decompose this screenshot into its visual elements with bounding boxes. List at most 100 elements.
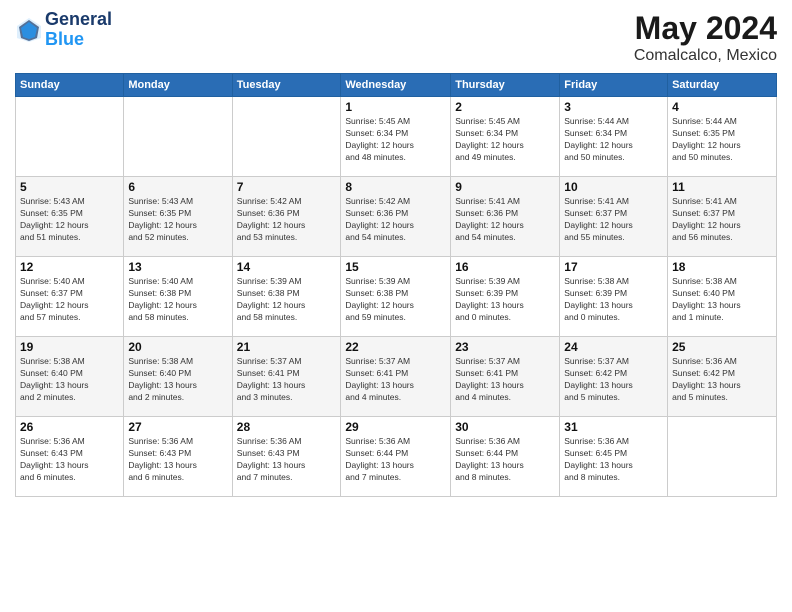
title-block: May 2024 Comalcalco, Mexico <box>634 10 777 65</box>
day-number: 26 <box>20 420 119 434</box>
calendar-cell: 8 Sunrise: 5:42 AM Sunset: 6:36 PM Daylig… <box>341 177 451 257</box>
day-number: 31 <box>564 420 663 434</box>
day-number: 6 <box>128 180 227 194</box>
day-info: Sunrise: 5:36 AM Sunset: 6:45 PM Dayligh… <box>564 436 663 484</box>
weekday-row: SundayMondayTuesdayWednesdayThursdayFrid… <box>16 74 777 97</box>
calendar-cell: 11Sunrise: 5:41 AM Sunset: 6:37 PM Dayli… <box>668 177 777 257</box>
day-info: Sunrise: 5:38 AM Sunset: 6:40 PM Dayligh… <box>672 276 772 324</box>
calendar-cell: 15 Sunrise: 5:39 AM Sunset: 6:38 PM Dayli… <box>341 257 451 337</box>
calendar-cell: 6Sunrise: 5:43 AM Sunset: 6:35 PM Daylig… <box>124 177 232 257</box>
calendar-cell: 27Sunrise: 5:36 AM Sunset: 6:43 PM Dayli… <box>124 417 232 497</box>
calendar-week: 12 Sunrise: 5:40 AM Sunset: 6:37 PM Dayli… <box>16 257 777 337</box>
calendar-cell: 12 Sunrise: 5:40 AM Sunset: 6:37 PM Dayli… <box>16 257 124 337</box>
calendar-week: 19 Sunrise: 5:38 AM Sunset: 6:40 PM Dayli… <box>16 337 777 417</box>
calendar-cell: 28 Sunrise: 5:36 AM Sunset: 6:43 PM Dayli… <box>232 417 341 497</box>
calendar-cell <box>16 97 124 177</box>
calendar-cell: 16 Sunrise: 5:39 AM Sunset: 6:39 PM Dayli… <box>451 257 560 337</box>
weekday-header: Tuesday <box>232 74 341 97</box>
calendar-week: 26 Sunrise: 5:36 AM Sunset: 6:43 PM Dayli… <box>16 417 777 497</box>
day-info: Sunrise: 5:36 AM Sunset: 6:43 PM Dayligh… <box>237 436 337 484</box>
calendar-cell: 1Sunrise: 5:45 AM Sunset: 6:34 PM Daylig… <box>341 97 451 177</box>
day-number: 29 <box>345 420 446 434</box>
day-number: 13 <box>128 260 227 274</box>
day-number: 2 <box>455 100 555 114</box>
calendar-cell: 3 Sunrise: 5:44 AM Sunset: 6:34 PM Daylig… <box>560 97 668 177</box>
day-info: Sunrise: 5:45 AM Sunset: 6:34 PM Dayligh… <box>455 116 555 164</box>
day-number: 7 <box>237 180 337 194</box>
location: Comalcalco, Mexico <box>634 47 777 65</box>
day-info: Sunrise: 5:41 AM Sunset: 6:37 PM Dayligh… <box>564 196 663 244</box>
day-number: 18 <box>672 260 772 274</box>
day-number: 10 <box>564 180 663 194</box>
calendar-body: 1Sunrise: 5:45 AM Sunset: 6:34 PM Daylig… <box>16 97 777 497</box>
calendar-cell: 9 Sunrise: 5:41 AM Sunset: 6:36 PM Daylig… <box>451 177 560 257</box>
calendar: SundayMondayTuesdayWednesdayThursdayFrid… <box>15 73 777 497</box>
day-number: 11 <box>672 180 772 194</box>
day-number: 27 <box>128 420 227 434</box>
day-number: 8 <box>345 180 446 194</box>
day-info: Sunrise: 5:38 AM Sunset: 6:40 PM Dayligh… <box>20 356 119 404</box>
day-info: Sunrise: 5:39 AM Sunset: 6:38 PM Dayligh… <box>237 276 337 324</box>
day-number: 28 <box>237 420 337 434</box>
day-number: 23 <box>455 340 555 354</box>
day-number: 25 <box>672 340 772 354</box>
logo: General Blue <box>15 10 112 50</box>
day-info: Sunrise: 5:45 AM Sunset: 6:34 PM Dayligh… <box>345 116 446 164</box>
day-info: Sunrise: 5:44 AM Sunset: 6:34 PM Dayligh… <box>564 116 663 164</box>
day-number: 3 <box>564 100 663 114</box>
calendar-cell: 30 Sunrise: 5:36 AM Sunset: 6:44 PM Dayli… <box>451 417 560 497</box>
calendar-cell: 25Sunrise: 5:36 AM Sunset: 6:42 PM Dayli… <box>668 337 777 417</box>
weekday-header: Monday <box>124 74 232 97</box>
calendar-cell <box>232 97 341 177</box>
day-number: 9 <box>455 180 555 194</box>
weekday-header: Wednesday <box>341 74 451 97</box>
day-info: Sunrise: 5:40 AM Sunset: 6:38 PM Dayligh… <box>128 276 227 324</box>
day-info: Sunrise: 5:36 AM Sunset: 6:44 PM Dayligh… <box>455 436 555 484</box>
day-number: 24 <box>564 340 663 354</box>
calendar-week: 5 Sunrise: 5:43 AM Sunset: 6:35 PM Daylig… <box>16 177 777 257</box>
day-info: Sunrise: 5:36 AM Sunset: 6:44 PM Dayligh… <box>345 436 446 484</box>
logo-line2: Blue <box>45 30 112 50</box>
day-number: 14 <box>237 260 337 274</box>
day-number: 15 <box>345 260 446 274</box>
day-number: 30 <box>455 420 555 434</box>
calendar-cell: 22Sunrise: 5:37 AM Sunset: 6:41 PM Dayli… <box>341 337 451 417</box>
calendar-cell: 18 Sunrise: 5:38 AM Sunset: 6:40 PM Dayli… <box>668 257 777 337</box>
day-number: 5 <box>20 180 119 194</box>
day-info: Sunrise: 5:39 AM Sunset: 6:38 PM Dayligh… <box>345 276 446 324</box>
day-info: Sunrise: 5:40 AM Sunset: 6:37 PM Dayligh… <box>20 276 119 324</box>
calendar-cell <box>124 97 232 177</box>
calendar-cell: 31 Sunrise: 5:36 AM Sunset: 6:45 PM Dayli… <box>560 417 668 497</box>
day-info: Sunrise: 5:43 AM Sunset: 6:35 PM Dayligh… <box>20 196 119 244</box>
logo-line1: General <box>45 10 112 30</box>
day-info: Sunrise: 5:38 AM Sunset: 6:39 PM Dayligh… <box>564 276 663 324</box>
weekday-header: Sunday <box>16 74 124 97</box>
logo-icon <box>15 16 43 44</box>
weekday-header: Friday <box>560 74 668 97</box>
calendar-cell: 2 Sunrise: 5:45 AM Sunset: 6:34 PM Daylig… <box>451 97 560 177</box>
calendar-cell: 21Sunrise: 5:37 AM Sunset: 6:41 PM Dayli… <box>232 337 341 417</box>
calendar-cell: 17Sunrise: 5:38 AM Sunset: 6:39 PM Dayli… <box>560 257 668 337</box>
weekday-header: Thursday <box>451 74 560 97</box>
day-number: 20 <box>128 340 227 354</box>
day-info: Sunrise: 5:36 AM Sunset: 6:43 PM Dayligh… <box>20 436 119 484</box>
calendar-cell: 4Sunrise: 5:44 AM Sunset: 6:35 PM Daylig… <box>668 97 777 177</box>
calendar-cell: 14 Sunrise: 5:39 AM Sunset: 6:38 PM Dayli… <box>232 257 341 337</box>
calendar-cell: 7 Sunrise: 5:42 AM Sunset: 6:36 PM Daylig… <box>232 177 341 257</box>
calendar-cell: 5 Sunrise: 5:43 AM Sunset: 6:35 PM Daylig… <box>16 177 124 257</box>
calendar-cell: 26 Sunrise: 5:36 AM Sunset: 6:43 PM Dayli… <box>16 417 124 497</box>
page: General Blue May 2024 Comalcalco, Mexico… <box>0 0 792 612</box>
day-number: 4 <box>672 100 772 114</box>
day-info: Sunrise: 5:42 AM Sunset: 6:36 PM Dayligh… <box>345 196 446 244</box>
day-info: Sunrise: 5:39 AM Sunset: 6:39 PM Dayligh… <box>455 276 555 324</box>
day-info: Sunrise: 5:38 AM Sunset: 6:40 PM Dayligh… <box>128 356 227 404</box>
day-number: 21 <box>237 340 337 354</box>
day-number: 12 <box>20 260 119 274</box>
logo-text: General Blue <box>45 10 112 50</box>
day-number: 19 <box>20 340 119 354</box>
calendar-cell: 29 Sunrise: 5:36 AM Sunset: 6:44 PM Dayli… <box>341 417 451 497</box>
day-info: Sunrise: 5:42 AM Sunset: 6:36 PM Dayligh… <box>237 196 337 244</box>
day-info: Sunrise: 5:41 AM Sunset: 6:36 PM Dayligh… <box>455 196 555 244</box>
day-number: 16 <box>455 260 555 274</box>
calendar-cell: 23Sunrise: 5:37 AM Sunset: 6:41 PM Dayli… <box>451 337 560 417</box>
